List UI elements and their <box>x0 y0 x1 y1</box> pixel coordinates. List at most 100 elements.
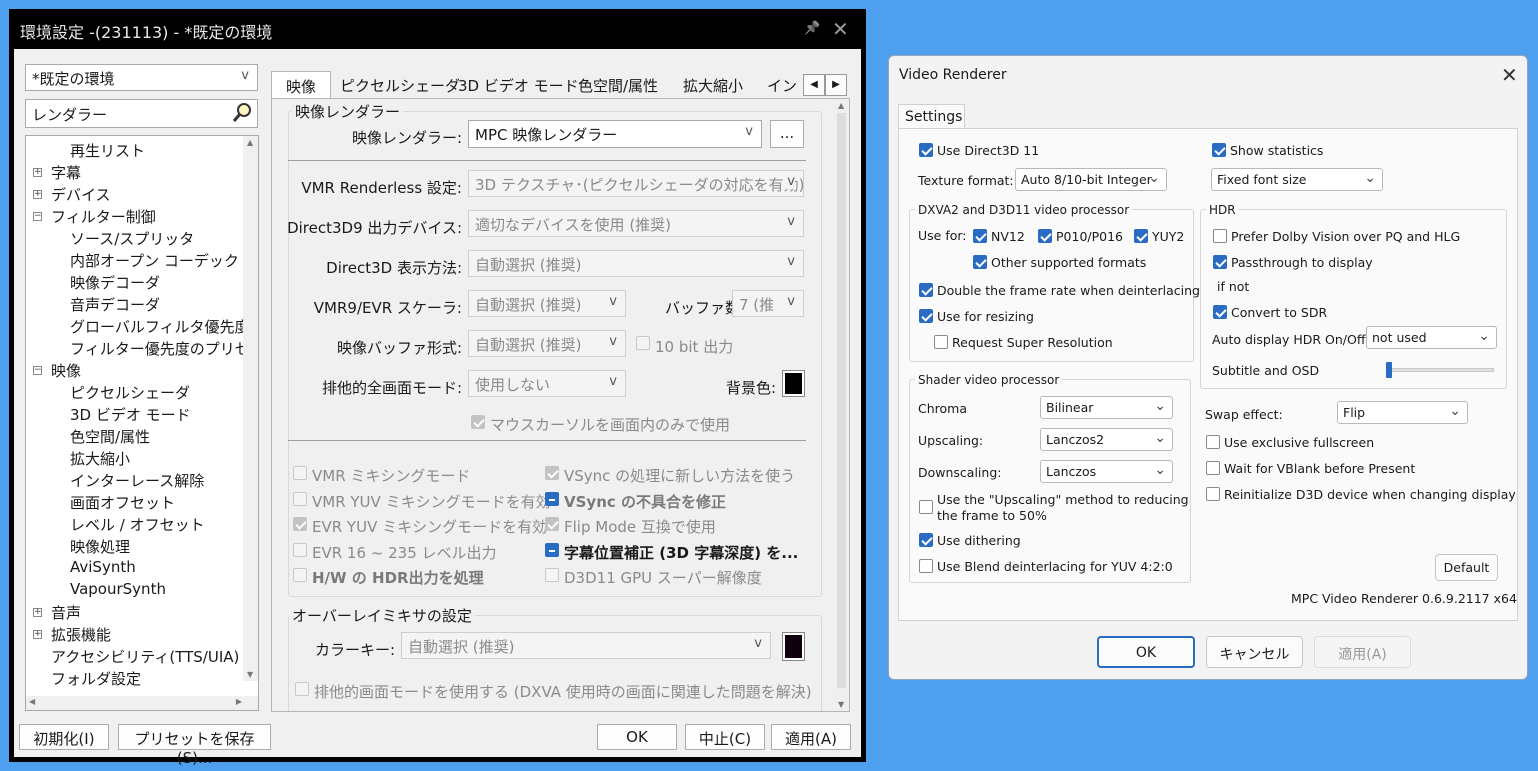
scaler-select[interactable]: 自動選択 (推奨) v <box>468 290 626 317</box>
blend-deint-checkbox[interactable] <box>919 559 933 573</box>
scroll-left-icon[interactable]: ◀ <box>29 697 35 706</box>
exclusive-mode-select[interactable]: 使用しない v <box>468 370 626 397</box>
option-checkbox[interactable] <box>293 517 307 531</box>
reinit-d3d-checkbox[interactable] <box>1206 487 1220 501</box>
default-button[interactable]: Default <box>1435 554 1498 581</box>
tab-interlace[interactable]: インタ <box>767 71 803 99</box>
apply-button[interactable]: 適用(A) <box>771 724 851 750</box>
tenbit-checkbox[interactable] <box>636 336 650 350</box>
option-checkbox[interactable] <box>545 491 559 506</box>
tree-item[interactable]: 映像デコーダ <box>70 272 160 293</box>
buffer-count-select[interactable]: 7 (推 v <box>732 290 804 317</box>
tree-item[interactable]: フォルダ設定 <box>51 668 141 689</box>
scroll-down-icon[interactable]: ▼ <box>247 670 253 679</box>
upscaling-select[interactable]: Lanczos2 ⌄ <box>1040 428 1173 451</box>
pin-icon[interactable]: 📌 <box>804 21 820 36</box>
tree-item[interactable]: 画面オフセット <box>70 492 175 513</box>
tree-scrollbar[interactable]: ▲ ▼ <box>243 136 258 681</box>
scroll-thumb[interactable] <box>837 113 846 688</box>
settings-tree[interactable]: 再生リスト + 字幕 + デバイス − フィルター制御 ソース/スプリッタ 内部オープン コーデ… <box>25 135 259 711</box>
option-checkbox[interactable] <box>545 568 559 582</box>
tab-color-space[interactable]: 色空間/属性 <box>578 71 658 99</box>
tree-item[interactable]: VapourSynth <box>70 580 166 598</box>
option-checkbox[interactable] <box>293 542 307 557</box>
colorkey-select[interactable]: 自動選択 (推奨) v <box>401 632 771 659</box>
option-checkbox[interactable] <box>293 568 307 582</box>
swap-effect-select[interactable]: Flip ⌄ <box>1337 401 1468 424</box>
other-formats-checkbox[interactable] <box>973 255 987 269</box>
tab-settings[interactable]: Settings <box>898 104 965 129</box>
tree-item[interactable]: 音声 <box>51 602 81 623</box>
show-stats-checkbox[interactable] <box>1212 143 1226 157</box>
tab-scroll-left-button[interactable]: ◀ <box>803 74 825 96</box>
search-input[interactable]: レンダラー <box>25 99 258 128</box>
passthrough-checkbox[interactable] <box>1213 255 1227 269</box>
option-checkbox[interactable] <box>293 491 307 506</box>
cancel-button[interactable]: 中止(C) <box>685 724 765 750</box>
renderer-select[interactable]: MPC 映像レンダラー v <box>468 120 762 148</box>
tree-expander[interactable]: + <box>33 630 42 639</box>
close-icon[interactable]: ✕ <box>1501 63 1518 87</box>
tree-expander[interactable]: − <box>33 212 42 221</box>
reset-button[interactable]: 初期化(I) <box>19 724 109 750</box>
tab-scroll-right-button[interactable]: ▶ <box>825 74 847 96</box>
tree-item[interactable]: 映像 <box>51 360 81 381</box>
save-preset-button[interactable]: プリセットを保存(S)... <box>118 724 271 767</box>
tree-item[interactable]: グローバルフィルタ優先度 <box>70 316 250 337</box>
d3d9-device-select[interactable]: 適切なデバイスを使用 (推奨) v <box>468 210 804 237</box>
tree-item[interactable]: 色空間/属性 <box>70 426 150 447</box>
buffer-format-select[interactable]: 自動選択 (推奨) v <box>468 330 626 357</box>
super-res-checkbox[interactable] <box>934 335 948 349</box>
tab-video[interactable]: 映像 <box>271 71 331 99</box>
option-checkbox[interactable] <box>545 517 559 531</box>
tree-item[interactable]: フィルター優先度のプリセット <box>70 338 258 359</box>
tree-expander[interactable]: + <box>33 190 42 199</box>
prefer-dv-checkbox[interactable] <box>1213 229 1227 243</box>
tab-3d-video-mode[interactable]: 3D ビデオ モード <box>458 71 579 99</box>
p010-checkbox[interactable] <box>1038 229 1052 243</box>
auto-hdr-select[interactable]: not used ⌄ <box>1366 326 1497 349</box>
page-scrollbar[interactable]: ▲ ▼ <box>834 99 849 711</box>
tree-item[interactable]: 再生リスト <box>70 140 145 161</box>
ok-button[interactable]: OK <box>1097 636 1195 668</box>
mouse-cursor-checkbox[interactable] <box>471 415 485 429</box>
tree-item[interactable]: フィルター制御 <box>51 206 156 227</box>
chroma-select[interactable]: Bilinear ⌄ <box>1040 396 1173 419</box>
yuy2-checkbox[interactable] <box>1134 229 1148 243</box>
apply-button[interactable]: 適用(A) <box>1314 636 1411 668</box>
font-size-select[interactable]: Fixed font size ⌄ <box>1211 168 1383 191</box>
tree-item[interactable]: アクセシビリティ(TTS/UIA) <box>51 646 239 667</box>
tree-item[interactable]: ソース/スプリッタ <box>70 228 194 249</box>
profile-select[interactable]: *既定の環境 v <box>25 64 258 91</box>
close-icon[interactable]: ✕ <box>832 17 849 41</box>
nv12-checkbox[interactable] <box>973 229 987 243</box>
excl-fullscreen-checkbox[interactable] <box>1206 435 1220 449</box>
renderer-more-button[interactable]: ... <box>770 120 804 148</box>
tree-item[interactable]: インターレース解除 <box>70 470 204 491</box>
ok-button[interactable]: OK <box>597 724 677 750</box>
tree-item[interactable]: 拡張機能 <box>51 624 111 645</box>
cancel-button[interactable]: キャンセル <box>1206 636 1303 668</box>
upscaling-50-checkbox[interactable] <box>919 500 933 514</box>
tree-expander[interactable]: − <box>33 366 42 375</box>
option-checkbox[interactable] <box>545 466 559 480</box>
use-resizing-checkbox[interactable] <box>919 309 933 323</box>
tab-pixel-shader[interactable]: ピクセルシェーダ <box>340 71 460 99</box>
downscaling-select[interactable]: Lanczos ⌄ <box>1040 460 1173 483</box>
wait-vblank-checkbox[interactable] <box>1206 461 1220 475</box>
bgcolor-swatch[interactable] <box>782 370 805 397</box>
tab-scaling[interactable]: 拡大縮小 <box>683 71 743 99</box>
tree-expander[interactable]: + <box>33 168 42 177</box>
vmr-select[interactable]: 3D テクスチャ･(ピクセルシェーダの対応を有効) ( v <box>468 170 804 197</box>
convert-sdr-checkbox[interactable] <box>1213 305 1227 319</box>
tree-item[interactable]: 内部オープン コーデック <box>70 250 239 271</box>
scroll-down-icon[interactable]: ▼ <box>838 700 844 709</box>
tree-item[interactable]: 音声デコーダ <box>70 294 160 315</box>
option-checkbox[interactable] <box>293 466 307 480</box>
colorkey-swatch[interactable] <box>782 632 805 661</box>
tree-item[interactable]: 字幕 <box>51 162 81 183</box>
slider-thumb[interactable] <box>1386 362 1392 378</box>
scroll-right-icon[interactable]: ▶ <box>236 697 242 706</box>
exclusive-dxva-checkbox[interactable] <box>295 682 309 696</box>
tree-item[interactable]: 3D ビデオ モード <box>70 404 191 425</box>
